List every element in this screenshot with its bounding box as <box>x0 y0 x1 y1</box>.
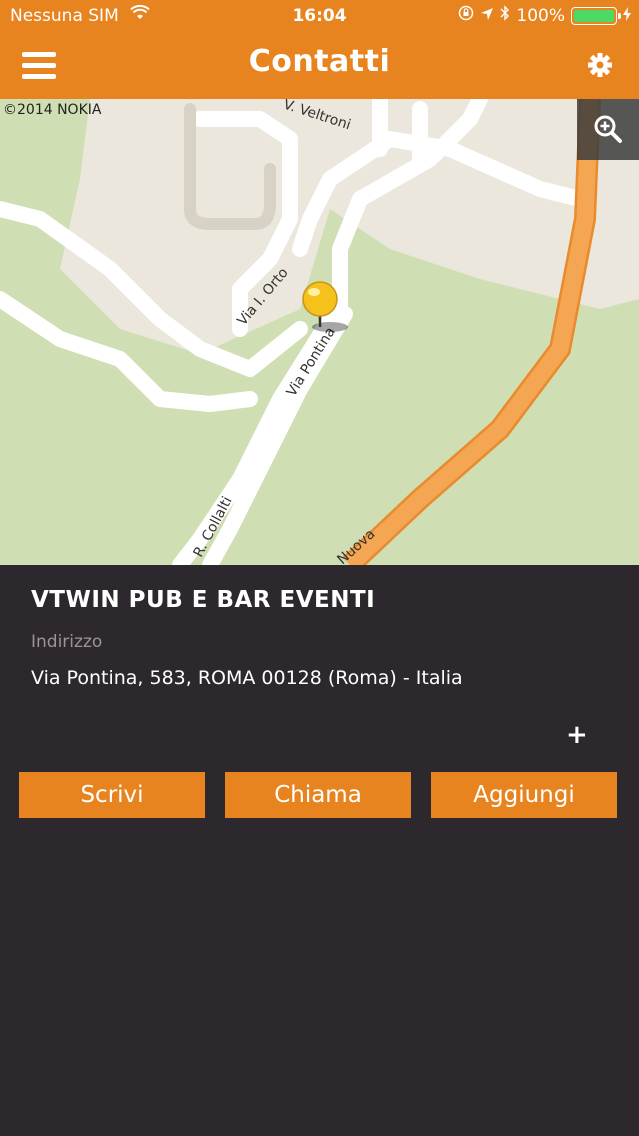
contact-details: VTWIN PUB E BAR EVENTI Indirizzo Via Pon… <box>0 565 639 1136</box>
status-right: 100% <box>458 5 631 26</box>
zoom-in-icon <box>594 115 622 143</box>
write-button[interactable]: Scrivi <box>19 772 205 818</box>
battery-percent: 100% <box>516 5 565 26</box>
place-name: VTWIN PUB E BAR EVENTI <box>31 587 376 613</box>
orientation-lock-icon <box>458 5 474 26</box>
add-button[interactable]: Aggiungi <box>431 772 617 818</box>
battery-icon <box>571 6 621 25</box>
address-value: Via Pontina, 583, ROMA 00128 (Roma) - It… <box>31 667 463 689</box>
zoom-button[interactable] <box>577 99 639 160</box>
settings-button[interactable] <box>585 50 615 80</box>
bluetooth-icon <box>500 5 510 26</box>
expand-plus-button[interactable]: + <box>566 720 588 750</box>
map-copyright: ©2014 NOKIA <box>3 102 102 118</box>
charging-icon <box>623 6 631 26</box>
location-arrow-icon <box>480 6 494 26</box>
call-button[interactable]: Chiama <box>225 772 411 818</box>
address-label: Indirizzo <box>31 632 103 652</box>
status-bar: Nessuna SIM 16:04 100% <box>0 0 639 34</box>
map-view[interactable]: V. Veltroni Via I. Orto Via Pontina R. C… <box>0 99 639 565</box>
page-title: Contatti <box>248 44 391 79</box>
nav-bar: Contatti <box>0 34 639 99</box>
gear-icon <box>588 53 612 77</box>
